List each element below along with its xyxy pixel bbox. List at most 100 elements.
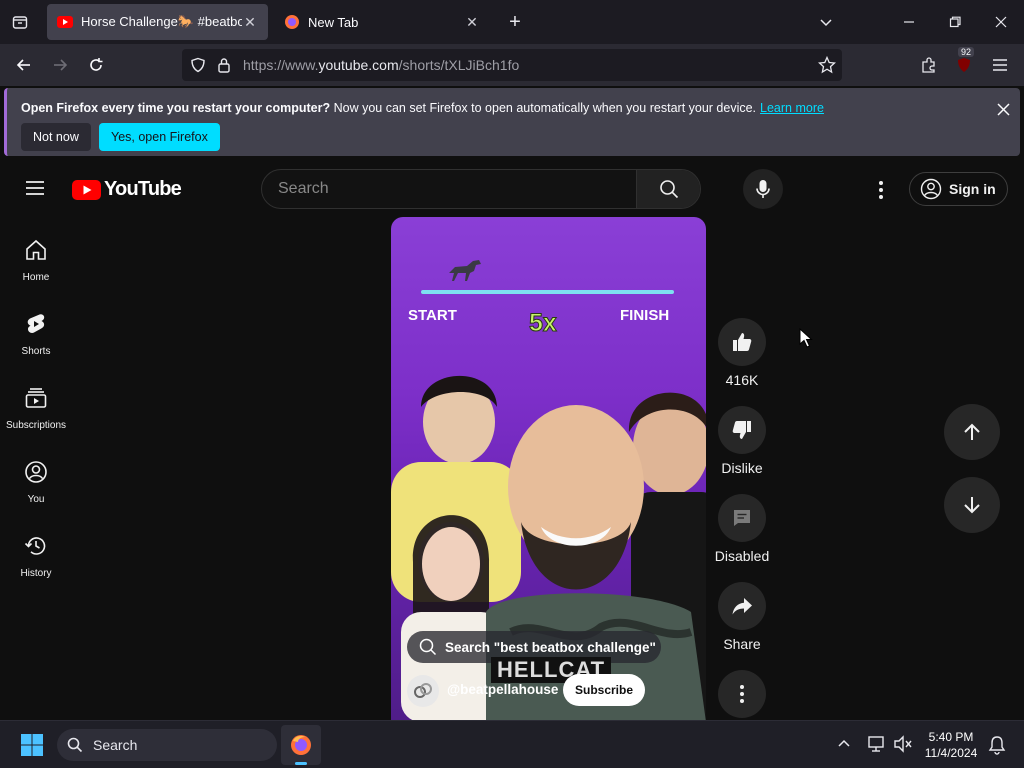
bookmark-star-icon[interactable]: [817, 55, 837, 79]
tracking-protection-shield-icon[interactable]: [190, 57, 206, 78]
history-icon: [24, 537, 46, 555]
share-label: Share: [723, 636, 761, 652]
search-suggestion-text: Search "best beatbox challenge": [445, 639, 656, 655]
sign-in-button[interactable]: Sign in: [909, 172, 1008, 206]
thumbs-down-icon: [732, 421, 751, 439]
clock-time: 5:40 PM: [928, 730, 974, 744]
taskbar-clock[interactable]: 5:40 PM 11/4/2024: [920, 729, 982, 761]
microphone-icon: [756, 180, 770, 198]
extensions-puzzle-icon[interactable]: [917, 53, 941, 77]
speed-label: 5x: [529, 309, 558, 338]
channel-logo-icon: [414, 683, 432, 698]
subscriptions-icon: [25, 388, 47, 408]
home-icon: [26, 239, 46, 260]
sidebar-item-label: You: [27, 494, 45, 505]
arrow-up-icon: [964, 423, 980, 440]
show-hidden-icons-chevron-icon[interactable]: [837, 736, 853, 752]
reload-icon[interactable]: [84, 53, 108, 77]
sidebar-item-label: Shorts: [21, 346, 51, 357]
tab-title: Horse Challenge🐎 #beatbox #: [81, 14, 242, 29]
search-icon: [67, 737, 83, 753]
like-button[interactable]: [718, 318, 766, 366]
learn-more-link[interactable]: Learn more: [760, 101, 824, 115]
windows-taskbar: Search 5:40 PM 11/4/2024: [0, 720, 1024, 768]
sidebar-item-history[interactable]: History: [0, 524, 72, 588]
sidebar-item-you[interactable]: You: [0, 450, 72, 514]
tab-overview-icon[interactable]: [8, 10, 32, 34]
sidebar-item-subscriptions[interactable]: Subscriptions: [0, 376, 72, 440]
not-now-button[interactable]: Not now: [21, 123, 91, 151]
running-app-indicator: [295, 762, 307, 765]
share-arrow-icon: [732, 598, 752, 615]
yes-open-firefox-button[interactable]: Yes, open Firefox: [99, 123, 220, 151]
account-circle-icon: [920, 178, 942, 200]
ublock-extension-icon[interactable]: 92: [952, 47, 976, 77]
windows-start-icon[interactable]: [20, 733, 44, 757]
search-icon: [659, 180, 678, 199]
list-all-tabs-chevron-icon[interactable]: [814, 10, 838, 34]
sidebar-item-label: Subscriptions: [5, 420, 67, 431]
back-arrow-icon[interactable]: [12, 53, 36, 77]
lock-icon[interactable]: [217, 57, 231, 78]
search-box[interactable]: Search: [261, 169, 701, 209]
channel-name[interactable]: @beatpellahouse: [447, 682, 558, 697]
previous-short-button[interactable]: [944, 404, 1000, 460]
next-short-button[interactable]: [944, 477, 1000, 533]
minimize-window-icon[interactable]: [897, 10, 921, 34]
guide-menu-icon[interactable]: [24, 178, 48, 200]
network-display-icon[interactable]: [867, 735, 887, 753]
app-menu-hamburger-icon[interactable]: [988, 53, 1012, 77]
youtube-favicon-icon: [57, 14, 73, 30]
like-count: 416K: [725, 372, 759, 388]
voice-search-button[interactable]: [743, 169, 783, 209]
taskbar-search-label: Search: [93, 737, 138, 753]
search-icon: [419, 638, 437, 656]
arrow-down-icon: [964, 497, 980, 514]
more-vert-icon: [740, 685, 744, 703]
new-tab-plus-icon[interactable]: +: [503, 10, 527, 34]
taskbar-firefox-app[interactable]: [281, 725, 321, 765]
channel-avatar[interactable]: [407, 675, 439, 707]
taskbar-search-box[interactable]: Search: [57, 729, 277, 761]
volume-muted-icon[interactable]: [893, 735, 913, 753]
sidebar-item-home[interactable]: Home: [0, 228, 72, 292]
dislike-button[interactable]: [718, 406, 766, 454]
close-tab-icon[interactable]: ✕: [464, 14, 480, 31]
sidebar-item-label: History: [20, 568, 52, 579]
address-bar[interactable]: https://www.youtube.com/shorts/tXLJiBch1…: [182, 49, 842, 81]
firefox-app-icon: [291, 735, 311, 755]
tab-title: New Tab: [308, 14, 359, 30]
close-window-icon[interactable]: [989, 10, 1013, 34]
subscribe-button[interactable]: Subscribe: [563, 674, 646, 706]
tab-horse-challenge[interactable]: Horse Challenge🐎 #beatbox # ✕: [47, 4, 268, 40]
browser-nav-bar: https://www.youtube.com/shorts/tXLJiBch1…: [0, 44, 1024, 86]
url-text: https://www.youtube.com/shorts/tXLJiBch1…: [243, 57, 520, 73]
settings-more-vert-icon[interactable]: [869, 179, 893, 201]
notification-message: Open Firefox every time you restart your…: [21, 101, 824, 115]
shorts-icon: [27, 314, 45, 333]
youtube-play-logo-icon: [72, 179, 101, 200]
close-notification-icon[interactable]: [993, 99, 1013, 119]
finish-label: FINISH: [620, 307, 670, 324]
start-label: START: [408, 307, 457, 324]
youtube-logo-text: YouTube: [104, 178, 182, 200]
mouse-cursor-icon: [799, 328, 813, 348]
you-icon: [25, 461, 47, 483]
more-actions-button[interactable]: [718, 670, 766, 718]
shorts-video-player[interactable]: START 5x FINISH Search "best beatbox cha…: [391, 217, 706, 720]
default-browser-notification: Open Firefox every time you restart your…: [4, 88, 1020, 156]
forward-arrow-icon[interactable]: [48, 53, 72, 77]
comments-disabled-label: Disabled: [714, 548, 770, 564]
clock-date: 11/4/2024: [924, 746, 978, 760]
sidebar-item-shorts[interactable]: Shorts: [0, 302, 72, 366]
youtube-logo[interactable]: YouTube: [72, 178, 182, 201]
share-button[interactable]: [718, 582, 766, 630]
close-tab-icon[interactable]: ✕: [242, 14, 258, 31]
restore-window-icon[interactable]: [943, 10, 967, 34]
search-button[interactable]: [636, 170, 700, 208]
tab-new-tab[interactable]: New Tab ✕: [274, 4, 490, 40]
dislike-label: Dislike: [721, 460, 763, 476]
search-input[interactable]: Search: [278, 180, 329, 198]
notification-bell-icon[interactable]: [988, 735, 1006, 755]
comments-button: [718, 494, 766, 542]
